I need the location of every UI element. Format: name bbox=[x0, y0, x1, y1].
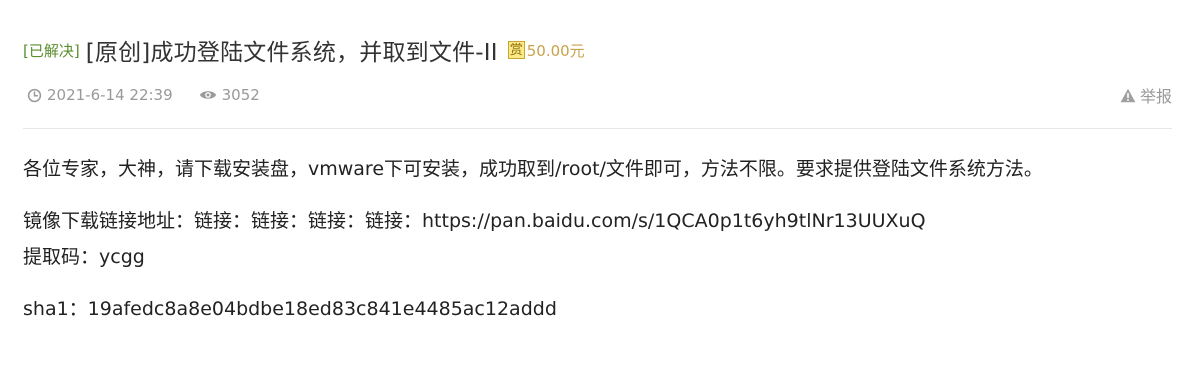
report-button[interactable]: 举报 bbox=[1120, 84, 1172, 106]
sha1-line: sha1：19afedc8a8e04bdbe18ed83c841e4485ac1… bbox=[23, 298, 557, 320]
post-title: [原创]成功登陆文件系统，并取到文件-II bbox=[85, 40, 498, 66]
reward-amount: 50.00元 bbox=[526, 41, 585, 60]
post-date: 2021-6-14 22:39 bbox=[47, 86, 173, 104]
body-paragraph: 各位专家，大神，请下载安装盘，vmware下可安装，成功取到/root/文件即可… bbox=[23, 158, 1043, 180]
eye-icon bbox=[199, 91, 216, 99]
post-body: 各位专家，大神，请下载安装盘，vmware下可安装，成功取到/root/文件即可… bbox=[23, 151, 1173, 343]
header-divider bbox=[23, 128, 1172, 129]
download-link[interactable]: https://pan.baidu.com/s/1QCA0p1t6yh9tlNr… bbox=[422, 210, 926, 232]
solved-status-tag: [已解决] bbox=[23, 41, 80, 60]
report-label: 举报 bbox=[1139, 87, 1172, 106]
post-container: [已解决] [原创]成功登陆文件系统，并取到文件-II 赏 50.00元 202… bbox=[0, 0, 1200, 372]
reward-badge-icon: 赏 bbox=[507, 41, 525, 59]
download-prefix: 镜像下载链接地址：链接：链接：链接：链接： bbox=[23, 210, 423, 232]
post-header: [已解决] [原创]成功登陆文件系统，并取到文件-II 赏 50.00元 bbox=[23, 30, 585, 70]
post-meta: 2021-6-14 22:39 3052 bbox=[27, 84, 260, 106]
download-line: 镜像下载链接地址：链接：链接：链接：链接：https://pan.baidu.c… bbox=[23, 203, 1173, 239]
extract-code: 提取码：ycgg bbox=[23, 246, 145, 268]
warning-icon bbox=[1120, 88, 1136, 102]
view-count: 3052 bbox=[221, 86, 260, 104]
clock-icon bbox=[27, 88, 42, 102]
